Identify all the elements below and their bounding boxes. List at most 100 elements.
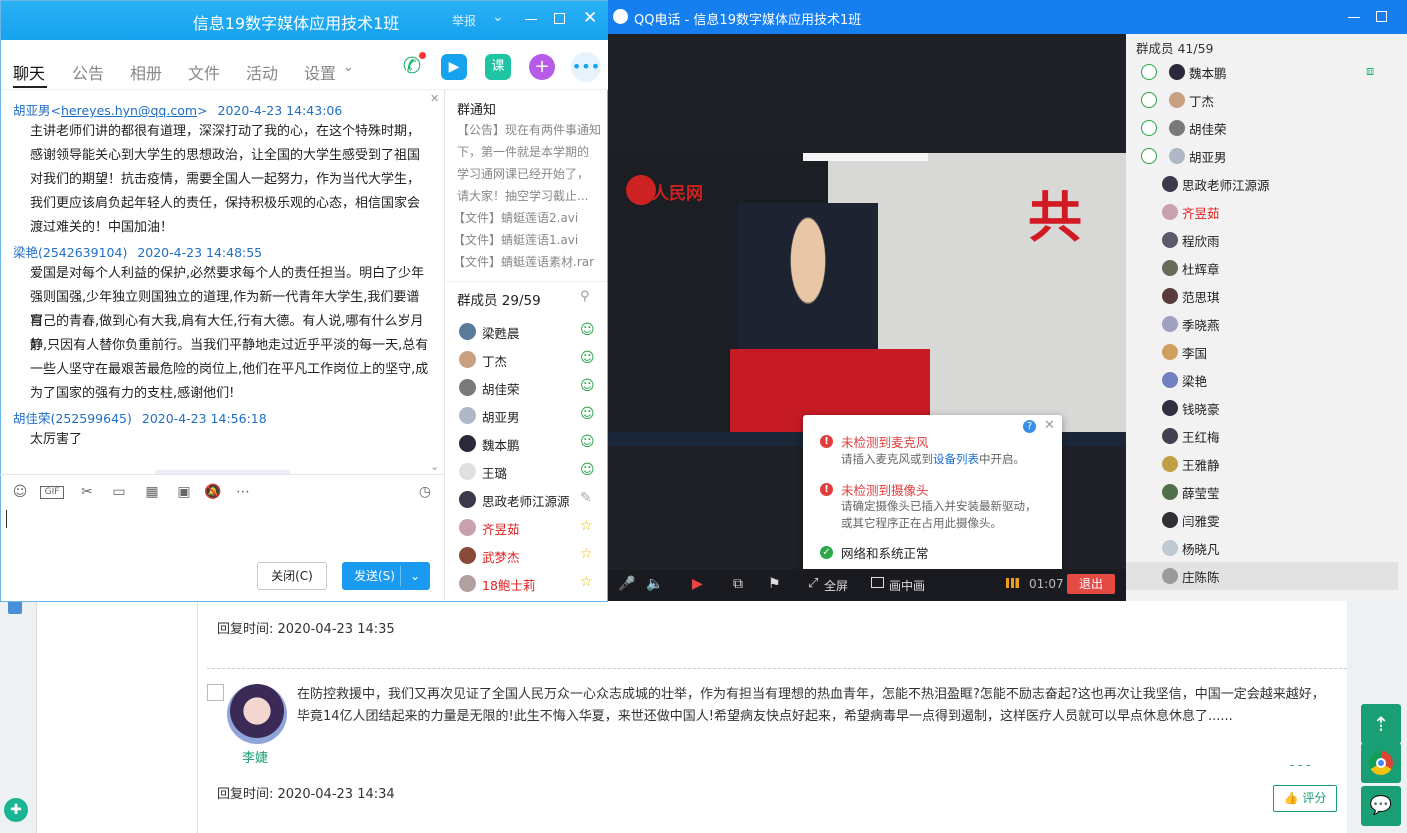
member-row[interactable]: 魏本鹏 ☺ (459, 429, 609, 457)
app-icon[interactable] (8, 600, 22, 614)
call-member-name[interactable]: 胡佳荣 (1189, 119, 1227, 138)
tab-activity[interactable]: 活动 (246, 60, 278, 84)
member-name[interactable]: 胡亚男 (482, 407, 520, 426)
member-row[interactable]: 王璐 ☺ (459, 457, 609, 485)
close-notice-icon[interactable]: ✕ (430, 92, 439, 105)
emoji-icon[interactable]: ☺ (11, 484, 29, 500)
file-item[interactable]: 【文件】蜻蜓莲语2.avi (453, 207, 603, 229)
call-member-name[interactable]: 李国 (1182, 343, 1207, 362)
call-member-row[interactable]: 胡亚男 (1136, 142, 1396, 170)
notice-body[interactable]: 【公告】现在有两件事通知 下，第一件就是本学期的 学习通网课已经开始了， 请大家！抽空… (457, 119, 602, 207)
edit-icon[interactable]: ✎ (580, 490, 592, 506)
member-name[interactable]: 齐昱茹 (482, 519, 520, 538)
member-row[interactable]: 胡亚男 ☺ (459, 401, 609, 429)
call-member-name[interactable]: 王红梅 (1182, 427, 1220, 446)
member-name[interactable]: 梁甦晨 (482, 323, 520, 342)
call-member-row[interactable]: 王雅静 (1136, 450, 1396, 478)
call-member-name[interactable]: 杨晓凡 (1182, 539, 1220, 558)
template-icon[interactable]: ▦ (143, 484, 161, 500)
sender-contact[interactable]: 252599645 (55, 411, 127, 426)
member-row[interactable]: 18鲍士莉 ☆ (459, 569, 609, 597)
folder-icon[interactable]: ▭ (110, 484, 128, 500)
tab-chat[interactable]: 聊天 (13, 60, 45, 84)
call-member-row[interactable]: 季晓燕 (1136, 310, 1396, 338)
call-member-name[interactable]: 季晓燕 (1182, 315, 1220, 334)
speaker-icon[interactable]: 🔈 (646, 576, 663, 592)
share-screen-icon[interactable]: ⧉ (733, 576, 743, 592)
call-member-name[interactable]: 思政老师江源源 (1182, 175, 1270, 194)
file-item[interactable]: 【文件】蜻蜓莲语1.avi (453, 229, 603, 251)
call-member-name[interactable]: 薛莹莹 (1182, 483, 1220, 502)
gif-icon[interactable]: GIF (40, 486, 64, 499)
message-input[interactable] (2, 506, 442, 556)
member-name[interactable]: 胡佳荣 (482, 379, 520, 398)
call-member-row[interactable]: 魏本鹏 (1136, 58, 1396, 86)
minimize-icon[interactable] (1348, 17, 1360, 18)
sender-name[interactable]: 梁艳 (13, 245, 38, 260)
sender-name[interactable]: 胡佳荣 (13, 411, 51, 426)
call-member-name[interactable]: 程欣雨 (1182, 231, 1220, 250)
call-member-row[interactable]: 范思琪 (1136, 282, 1396, 310)
file-item[interactable]: 【文件】蜻蜓莲语素材.rar (453, 251, 603, 273)
member-row[interactable]: 思政老师江源源 ✎ (459, 485, 609, 513)
rate-button[interactable]: 👍 评分 (1273, 785, 1337, 812)
call-member-name[interactable]: 魏本鹏 (1189, 63, 1227, 82)
more-icon[interactable]: ••• (571, 52, 601, 82)
call-member-name[interactable]: 杜辉章 (1182, 259, 1220, 278)
pip-icon[interactable] (871, 577, 884, 588)
settings-chevron-icon[interactable]: ⌄ (343, 60, 354, 75)
minimize-icon[interactable] (525, 19, 537, 20)
call-member-row[interactable]: 齐昱茹 (1136, 198, 1396, 226)
help-icon[interactable]: ? (1023, 420, 1036, 433)
member-row[interactable]: 丁杰 ☺ (459, 345, 609, 373)
sender-name[interactable]: 胡亚男 (13, 103, 51, 118)
call-member-row[interactable]: 杨晓凡 (1136, 534, 1396, 562)
class-icon[interactable]: 课 (485, 54, 511, 80)
post-checkbox[interactable] (207, 684, 224, 701)
call-member-name[interactable]: 丁杰 (1189, 91, 1214, 110)
call-member-name[interactable]: 闫雅雯 (1182, 511, 1220, 530)
member-name[interactable]: 18鲍士莉 (482, 575, 535, 594)
fullscreen-button[interactable]: 全屏 (824, 577, 848, 594)
call-member-row[interactable]: 李国 (1136, 338, 1396, 366)
call-member-row[interactable]: 胡佳荣 (1136, 114, 1396, 142)
close-icon[interactable]: ✕ (583, 8, 597, 28)
message-list[interactable]: 胡亚男<hereyes.hyn@qq.com> 2020-4-23 14:43:0… (0, 90, 444, 474)
close-button[interactable]: 关闭(C) (257, 562, 327, 590)
tab-album[interactable]: 相册 (130, 60, 162, 84)
pip-button[interactable]: 画中画 (889, 577, 925, 594)
maximize-icon[interactable] (1376, 11, 1387, 22)
search-icon[interactable]: ⚲ (580, 289, 590, 304)
back-to-top-icon[interactable]: ⇡ (1361, 704, 1401, 744)
image-icon[interactable]: ▣ (175, 484, 193, 500)
sender-contact[interactable]: 2542639104 (43, 245, 123, 260)
scroll-down-icon[interactable]: ⌄ (430, 460, 439, 473)
member-name[interactable]: 武梦杰 (482, 547, 520, 566)
call-member-row[interactable]: 杜辉章 (1136, 254, 1396, 282)
call-member-name[interactable]: 庄陈陈 (1182, 567, 1220, 586)
device-list-link[interactable]: 设备列表 (933, 452, 979, 466)
video-call-icon[interactable]: ▶ (441, 54, 467, 80)
file-list[interactable]: 【文件】蜻蜓莲语2.avi 【文件】蜻蜓莲语1.avi 【文件】蜻蜓莲语素材.rar (453, 207, 603, 273)
call-member-name[interactable]: 钱晓豪 (1182, 399, 1220, 418)
chrome-icon[interactable] (1361, 743, 1401, 783)
call-member-row[interactable]: 薛莹莹 (1136, 478, 1396, 506)
mic-muted-icon[interactable]: 🎤 (618, 576, 635, 592)
call-member-name[interactable]: 王雅静 (1182, 455, 1220, 474)
call-member-name[interactable]: 梁艳 (1182, 371, 1207, 390)
post-author[interactable]: 李婕 (242, 747, 268, 766)
history-icon[interactable]: ◷ (416, 484, 434, 500)
member-row[interactable]: 梁甦晨 ☺ (459, 317, 609, 345)
more-tools-icon[interactable]: ⋯ (234, 484, 252, 500)
call-member-name[interactable]: 齐昱茹 (1182, 203, 1220, 222)
chat-title-bar[interactable]: 信息19数字媒体应用技术1班 举报 ⌄ ✕ (1, 1, 608, 41)
tab-announcement[interactable]: 公告 (72, 60, 104, 84)
member-row[interactable]: 武梦杰 ☆ (459, 541, 609, 569)
scissors-icon[interactable]: ✂ (78, 484, 96, 500)
bell-off-icon[interactable]: 🔕 (204, 484, 222, 500)
plugin-icon[interactable]: ✚ (4, 798, 28, 822)
send-options-icon[interactable]: ⌄ (410, 562, 420, 590)
call-member-row[interactable]: 庄陈陈 (1136, 562, 1396, 590)
call-member-row[interactable]: 思政老师江源源 (1136, 170, 1396, 198)
camera-off-icon[interactable]: ▶ (692, 576, 703, 592)
